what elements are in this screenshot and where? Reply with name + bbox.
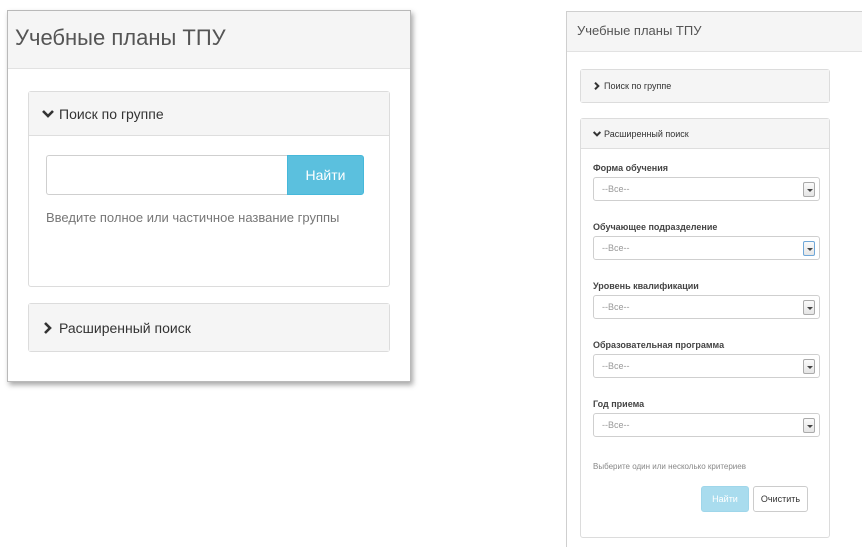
group-search-input[interactable] — [46, 155, 287, 195]
advanced-search-toggle-right[interactable]: Расширенный поиск — [581, 119, 829, 149]
field-study-form: Форма обучения --Все-- — [593, 163, 820, 201]
department-select[interactable]: --Все-- — [593, 236, 820, 260]
group-search-toggle[interactable]: Поиск по группе — [29, 92, 389, 136]
group-search-panel-collapsed: Поиск по группе — [580, 69, 830, 103]
find-button[interactable]: Найти — [287, 155, 364, 195]
dropdown-arrow-icon — [803, 241, 815, 256]
select-value: --Все-- — [602, 361, 630, 371]
advanced-search-title-right: Расширенный поиск — [604, 128, 689, 139]
chevron-right-icon — [44, 321, 52, 334]
dropdown-arrow-icon — [803, 418, 815, 433]
field-qualification: Уровень квалификации --Все-- — [593, 281, 820, 319]
advanced-search-panel-expanded: Расширенный поиск Форма обучения --Все--… — [580, 118, 830, 538]
group-search-title-right: Поиск по группе — [604, 81, 672, 91]
left-window: Учебные планы ТПУ Поиск по группе Найти … — [7, 10, 411, 382]
select-value: --Все-- — [602, 420, 630, 430]
field-admission-year: Год приема --Все-- — [593, 399, 820, 437]
action-buttons: Найти Очистить — [701, 486, 808, 512]
select-value: --Все-- — [602, 302, 630, 312]
field-label: Образовательная программа — [593, 340, 725, 350]
field-program: Образовательная программа --Все-- — [593, 340, 820, 378]
qualification-select[interactable]: --Все-- — [593, 295, 820, 319]
admission-year-select[interactable]: --Все-- — [593, 413, 820, 437]
dropdown-arrow-icon — [803, 300, 815, 315]
advanced-search-panel: Расширенный поиск — [28, 303, 390, 352]
advanced-search-title: Расширенный поиск — [59, 319, 191, 336]
advanced-search-hint: Выберите один или несколько критериев — [593, 462, 746, 471]
select-value: --Все-- — [602, 184, 630, 194]
page-title-right: Учебные планы ТПУ — [567, 12, 862, 52]
field-label: Обучающее подразделение — [593, 222, 718, 232]
group-search-title: Поиск по группе — [59, 105, 164, 122]
field-label: Форма обучения — [593, 163, 668, 173]
dropdown-arrow-icon — [803, 182, 815, 197]
page-title: Учебные планы ТПУ — [8, 11, 410, 69]
right-window: Учебные планы ТПУ Поиск по группе Расшир… — [566, 11, 862, 547]
field-label: Уровень квалификации — [593, 281, 699, 291]
find-button-disabled[interactable]: Найти — [701, 486, 749, 512]
dropdown-arrow-icon — [803, 359, 815, 374]
clear-button[interactable]: Очистить — [753, 486, 808, 512]
program-select[interactable]: --Все-- — [593, 354, 820, 378]
group-search-hint: Введите полное или частичное название гр… — [46, 210, 340, 225]
advanced-search-toggle[interactable]: Расширенный поиск — [29, 304, 389, 351]
chevron-right-icon — [594, 82, 600, 90]
chevron-down-icon — [42, 109, 54, 118]
chevron-down-icon — [593, 130, 601, 137]
select-value: --Все-- — [602, 243, 630, 253]
group-search-toggle-right[interactable]: Поиск по группе — [581, 70, 829, 102]
field-department: Обучающее подразделение --Все-- — [593, 222, 820, 260]
field-label: Год приема — [593, 399, 645, 409]
study-form-select[interactable]: --Все-- — [593, 177, 820, 201]
group-search-panel: Поиск по группе Найти Введите полное или… — [28, 91, 390, 287]
group-search-row: Найти — [46, 155, 364, 195]
